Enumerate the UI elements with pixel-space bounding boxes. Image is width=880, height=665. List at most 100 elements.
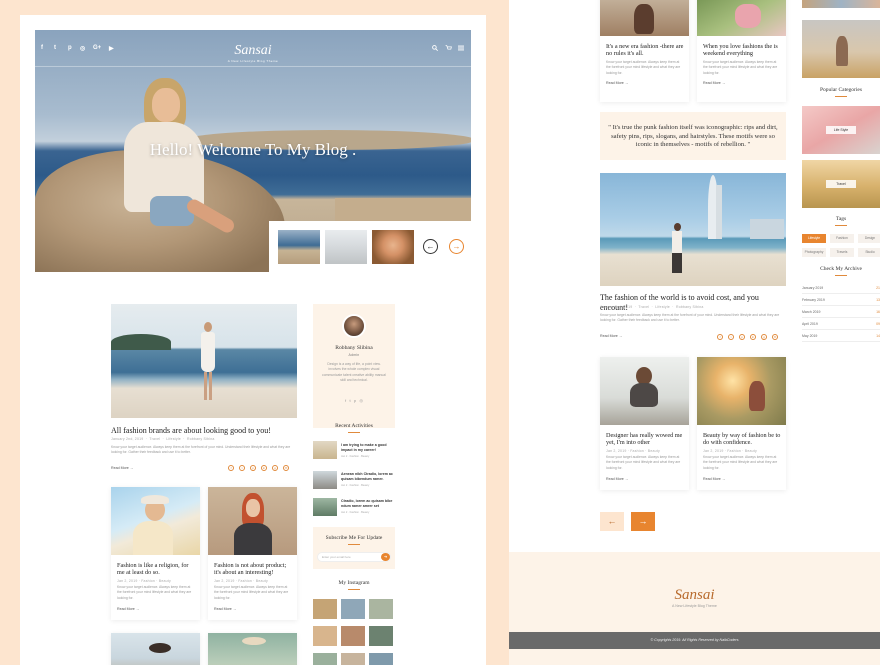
activity-title[interactable]: I am trying to make a good impact in my … xyxy=(341,443,397,453)
sidebar-banner-image[interactable] xyxy=(802,20,880,78)
post-excerpt: Know your target audience. Always keep t… xyxy=(600,313,780,323)
activity-title[interactable]: Ctradio, lorem ac quisam bibe ndum ramer… xyxy=(341,499,397,509)
archive-row[interactable]: February 2019 13 xyxy=(802,294,880,306)
post-card-title[interactable]: Fashion is not about product; it's about… xyxy=(214,562,292,577)
search-icon[interactable] xyxy=(432,45,439,53)
hero-thumb-2[interactable] xyxy=(325,230,367,264)
read-more-link[interactable]: Read More → xyxy=(117,607,139,611)
post-title[interactable]: All fashion brands are about looking goo… xyxy=(111,426,297,436)
share-facebook-icon[interactable]: f xyxy=(717,334,723,340)
tag-photography[interactable]: Photography xyxy=(802,248,826,257)
quote-text: " It's true the punk fashion itself was … xyxy=(608,124,778,149)
hero-prev-button[interactable]: ← xyxy=(423,239,438,254)
post-card-title[interactable]: It's a new era fashion -there are no rul… xyxy=(606,43,686,58)
share-twitter-icon[interactable]: t xyxy=(239,465,245,471)
post-title[interactable]: The fashion of the world is to avoid cos… xyxy=(600,293,786,312)
post-card[interactable]: When you love fashions the is weekend ev… xyxy=(697,0,786,102)
instagram-photo[interactable] xyxy=(341,599,365,619)
subscribe-widget: Subscribe Me For Update Enter your email… xyxy=(313,527,395,569)
email-field[interactable]: Enter your email here ➜ xyxy=(317,552,391,562)
post-card-image[interactable] xyxy=(697,0,786,36)
subscribe-button[interactable]: ➜ xyxy=(381,553,390,561)
activity-thumb[interactable] xyxy=(313,471,337,489)
post-card-image[interactable] xyxy=(111,633,200,665)
tag-travels[interactable]: Travels xyxy=(830,248,854,257)
hero-thumb-3[interactable] xyxy=(372,230,414,264)
post-card[interactable]: Fashion is not about product; it's about… xyxy=(208,487,297,620)
post-meta: January 2nd, 2019 · Travel · Lifestyle ·… xyxy=(111,437,215,441)
post-card-title[interactable]: Beauty by way of fashion be to do with c… xyxy=(703,432,783,447)
share-google-icon[interactable]: g xyxy=(761,334,767,340)
facebook-icon[interactable]: f xyxy=(345,398,346,403)
share-pinterest-icon[interactable]: p xyxy=(739,334,745,340)
site-logo[interactable]: Sansai A New Lifestyle Blog Theme xyxy=(35,43,471,63)
category-tile-travel[interactable]: Travel xyxy=(802,160,880,208)
footer-logo[interactable]: Sansai A New Lifestyle Blog Theme xyxy=(509,587,880,608)
archive-row[interactable]: January 2019 21 xyxy=(802,282,880,294)
instagram-photo[interactable] xyxy=(341,626,365,646)
post-card-image[interactable] xyxy=(697,357,786,425)
read-more-link[interactable]: Read More → xyxy=(600,334,622,338)
subscribe-heading: Subscribe Me For Update xyxy=(325,535,383,541)
instagram-icon[interactable]: ◎ xyxy=(360,398,364,403)
activity-thumb[interactable] xyxy=(313,441,337,459)
pinterest-icon[interactable]: p xyxy=(354,398,356,403)
activity-thumb[interactable] xyxy=(313,498,337,516)
instagram-photo[interactable] xyxy=(341,653,365,665)
category-tile-lifestyle[interactable]: Life Style xyxy=(802,106,880,154)
cart-icon[interactable] xyxy=(445,45,452,53)
post-card-image[interactable] xyxy=(600,357,689,425)
twitter-icon[interactable]: t xyxy=(349,398,350,403)
post-card[interactable]: Fashion is like a religion, for me at le… xyxy=(111,487,200,620)
post-card-image[interactable] xyxy=(208,633,297,665)
activity-title[interactable]: Aenean nibh Ctradio, lorem ac quisam bib… xyxy=(341,472,397,482)
read-more-link[interactable]: Read More → xyxy=(214,607,236,611)
hero-next-button[interactable]: → xyxy=(449,239,464,254)
share-twitter-icon[interactable]: t xyxy=(728,334,734,340)
tag-design[interactable]: Design xyxy=(858,234,880,243)
about-widget: Robbany Slibina Admin Design is a way of… xyxy=(313,304,395,428)
post-card-title[interactable]: Designer has really wowed me yet, I'm in… xyxy=(606,432,686,447)
post-featured-image[interactable] xyxy=(111,304,297,418)
archive-heading: Check My Archive xyxy=(820,266,862,272)
post-card[interactable]: Designer has really wowed me yet, I'm in… xyxy=(600,357,689,490)
read-more-link[interactable]: Read More → xyxy=(703,477,725,481)
archive-row[interactable]: May 2019 14 xyxy=(802,330,880,342)
share-google-icon[interactable]: g xyxy=(272,465,278,471)
tag-lifestyle[interactable]: Lifestyle xyxy=(802,234,826,243)
post-card-image[interactable] xyxy=(111,487,200,555)
instagram-photo[interactable] xyxy=(369,626,393,646)
post-card-image[interactable] xyxy=(208,487,297,555)
instagram-photo[interactable] xyxy=(369,599,393,619)
pagination-prev-button[interactable]: ← xyxy=(600,512,624,531)
tag-fashion[interactable]: Fashion xyxy=(830,234,854,243)
post-card[interactable]: Beauty by way of fashion be to do with c… xyxy=(697,357,786,490)
instagram-photo[interactable] xyxy=(313,626,337,646)
share-linkedin-icon[interactable]: in xyxy=(750,334,756,340)
tag-studio[interactable]: Studio xyxy=(858,248,880,257)
post-card-title[interactable]: When you love fashions the is weekend ev… xyxy=(703,43,783,58)
archive-row[interactable]: March 2019 16 xyxy=(802,306,880,318)
post-excerpt: Know your target audience. Always keep t… xyxy=(111,445,291,455)
share-email-icon[interactable]: ✉ xyxy=(283,465,289,471)
hero-thumb-1[interactable] xyxy=(278,230,320,264)
pagination-next-button[interactable]: → xyxy=(631,512,655,531)
instagram-strip[interactable] xyxy=(802,0,880,8)
share-linkedin-icon[interactable]: in xyxy=(261,465,267,471)
post-featured-image[interactable] xyxy=(600,173,786,286)
menu-icon[interactable] xyxy=(458,45,464,53)
share-pinterest-icon[interactable]: p xyxy=(250,465,256,471)
archive-row[interactable]: April 2019 09 xyxy=(802,318,880,330)
post-card[interactable]: It's a new era fashion -there are no rul… xyxy=(600,0,689,102)
share-facebook-icon[interactable]: f xyxy=(228,465,234,471)
instagram-photo[interactable] xyxy=(313,599,337,619)
read-more-link[interactable]: Read More → xyxy=(606,81,628,85)
read-more-link[interactable]: Read More → xyxy=(703,81,725,85)
share-email-icon[interactable]: ✉ xyxy=(772,334,778,340)
read-more-link[interactable]: Read More → xyxy=(606,477,628,481)
instagram-photo[interactable] xyxy=(369,653,393,665)
read-more-link[interactable]: Read More → xyxy=(111,466,133,470)
post-card-title[interactable]: Fashion is like a religion, for me at le… xyxy=(117,562,195,577)
instagram-photo[interactable] xyxy=(313,653,337,665)
post-card-image[interactable] xyxy=(600,0,689,36)
